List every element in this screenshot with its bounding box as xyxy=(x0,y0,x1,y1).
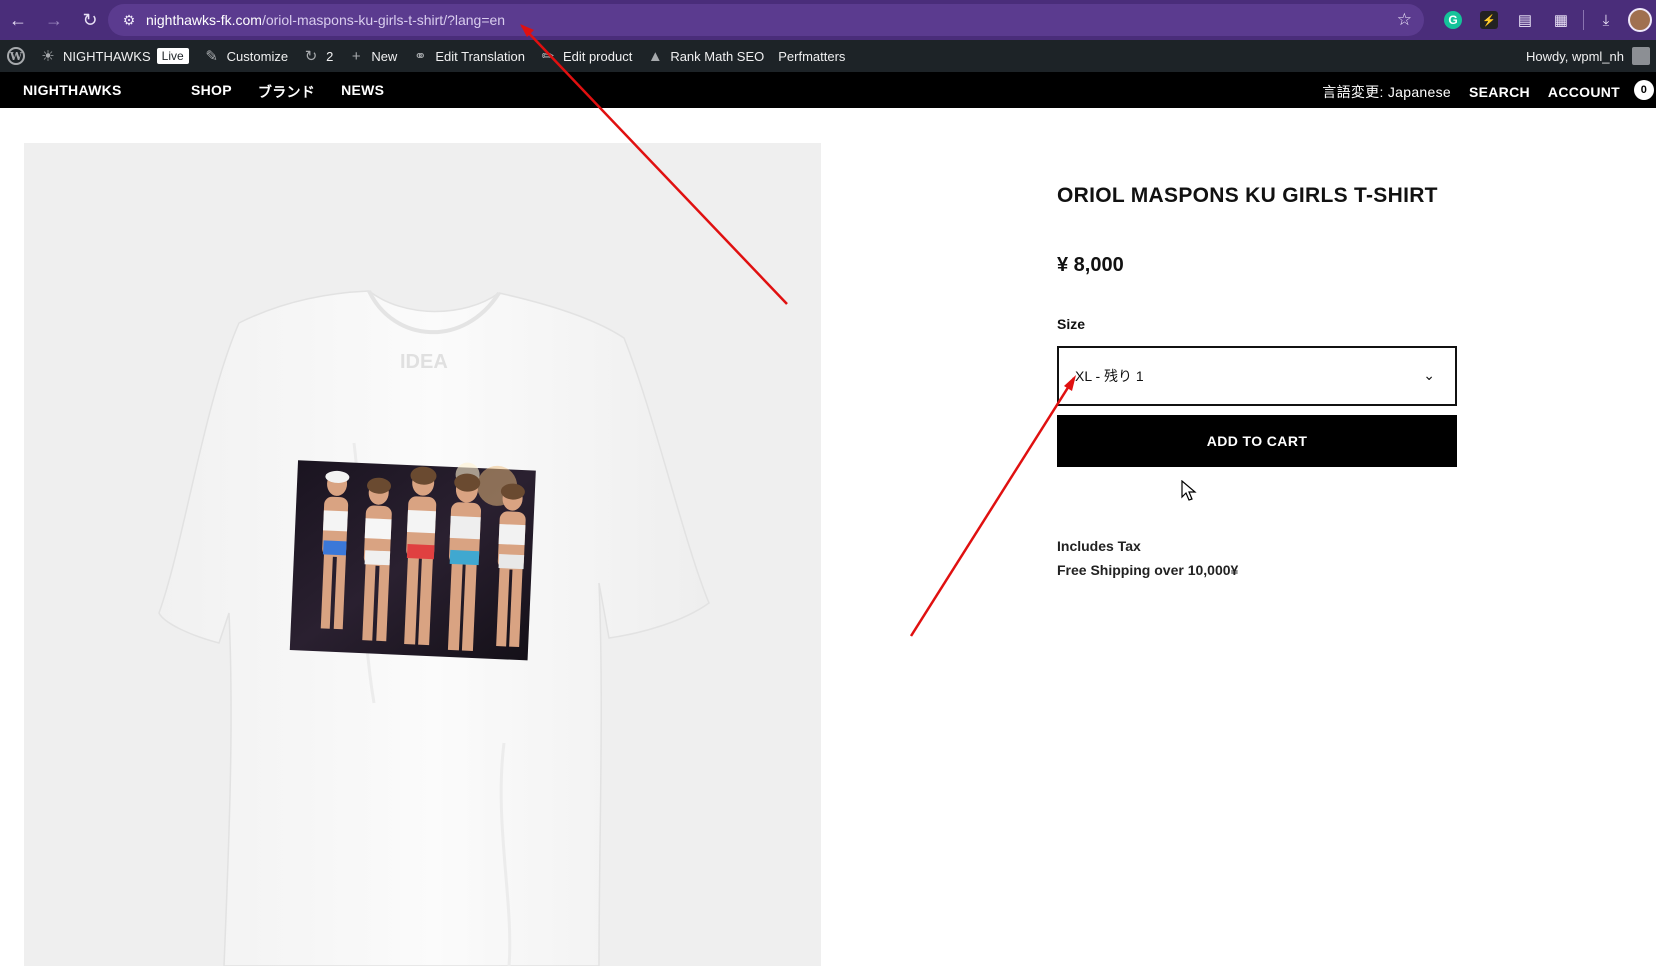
chevron-down-icon: ⌄ xyxy=(1423,367,1435,383)
updates-link[interactable]: ↻ 2 xyxy=(295,40,340,72)
perfmatters-label: Perfmatters xyxy=(778,48,846,64)
star-icon[interactable]: ☆ xyxy=(1397,10,1412,30)
perfmatters-menu[interactable]: Perfmatters xyxy=(771,40,852,72)
search-link[interactable]: SEARCH xyxy=(1469,84,1530,100)
updates-count: 2 xyxy=(326,48,334,64)
tshirt-illustration: IDEA xyxy=(158,290,710,966)
mouse-cursor-icon xyxy=(1181,480,1197,501)
main-nav: SHOP ブランド NEWS xyxy=(191,82,384,102)
plus-icon: + xyxy=(351,47,361,65)
brand-logo[interactable]: NIGHTHAWKS xyxy=(23,82,122,98)
size-selected-value: XL - 残り 1 xyxy=(1075,368,1144,384)
site-info-icon[interactable]: ⚙ xyxy=(112,12,146,29)
translation-icon: ⚭ xyxy=(414,48,427,65)
new-label: New xyxy=(371,48,398,64)
profile-avatar[interactable] xyxy=(1628,8,1652,32)
user-avatar xyxy=(1632,47,1650,65)
reload-icon[interactable]: ↻ xyxy=(72,0,108,40)
rank-math-menu[interactable]: ▲ Rank Math SEO xyxy=(639,40,771,72)
wordpress-icon: W xyxy=(7,47,25,65)
url-text[interactable]: nighthawks-fk.com/oriol-maspons-ku-girls… xyxy=(146,12,505,28)
download-icon[interactable]: ⤓ xyxy=(1592,6,1620,34)
nav-brand[interactable]: ブランド xyxy=(258,82,315,102)
customize-link[interactable]: ✎ Customize xyxy=(196,40,295,72)
language-switcher[interactable]: 言語変更: Japanese xyxy=(1322,82,1451,102)
tax-note: Includes Tax xyxy=(1057,538,1141,554)
forward-icon[interactable]: → xyxy=(36,0,72,40)
pencil-icon: ✏ xyxy=(541,48,555,65)
header-right-nav: 言語変更: Japanese SEARCH ACCOUNT xyxy=(1322,82,1620,102)
extension-icon[interactable]: ▤ xyxy=(1511,6,1539,34)
product-image[interactable]: IDEA xyxy=(24,143,821,966)
updates-icon: ↻ xyxy=(304,48,318,65)
brush-icon: ✎ xyxy=(205,48,218,65)
url-host: nighthawks-fk.com xyxy=(146,12,262,28)
puzzle-icon[interactable]: ▦ xyxy=(1547,6,1575,34)
new-content-menu[interactable]: + New xyxy=(340,40,404,72)
rank-math-label: Rank Math SEO xyxy=(670,48,765,64)
account-menu[interactable]: Howdy, wpml_nh xyxy=(1526,40,1656,72)
edit-translation-label: Edit Translation xyxy=(435,48,525,64)
nav-shop[interactable]: SHOP xyxy=(191,82,232,102)
annotation-arrow-size xyxy=(909,377,1076,637)
site-name: NIGHTHAWKS xyxy=(63,48,151,64)
url-path: /oriol-maspons-ku-girls-t-shirt/?lang=en xyxy=(261,12,506,28)
back-icon[interactable]: ← xyxy=(0,0,36,40)
edit-product-link[interactable]: ✏ Edit product xyxy=(532,40,639,72)
toolbar-divider xyxy=(1583,10,1584,30)
grammarly-icon[interactable]: G xyxy=(1439,6,1467,34)
nav-news[interactable]: NEWS xyxy=(341,82,384,102)
live-badge: Live xyxy=(156,48,189,64)
site-name-menu[interactable]: ☀ NIGHTHAWKS Live xyxy=(32,40,196,72)
dashboard-icon: ☀ xyxy=(41,48,55,65)
shirt-neck-logo: IDEA xyxy=(400,351,448,373)
product-title: ORIOL MASPONS KU GIRLS T-SHIRT xyxy=(1057,184,1438,207)
size-label: Size xyxy=(1057,316,1086,332)
account-link[interactable]: ACCOUNT xyxy=(1548,84,1620,100)
address-bar[interactable]: ⚙ nighthawks-fk.com/oriol-maspons-ku-gir… xyxy=(108,4,1424,36)
size-select[interactable]: XL - 残り 1 ⌄ xyxy=(1057,346,1457,406)
wp-admin-bar: W ☀ NIGHTHAWKS Live ✎ Customize ↻ 2 + Ne… xyxy=(0,40,1656,72)
rank-math-icon: ▲ xyxy=(647,47,663,65)
product-info: ORIOL MASPONS KU GIRLS T-SHIRT ¥ 8,000 S… xyxy=(1057,184,1457,578)
howdy-label: Howdy, wpml_nh xyxy=(1525,48,1624,64)
product-price: ¥ 8,000 xyxy=(1057,254,1124,276)
site-header: NIGHTHAWKS SHOP ブランド NEWS 言語変更: Japanese… xyxy=(0,72,1656,108)
shipping-note: Free Shipping over 10,000¥ xyxy=(1057,562,1239,578)
cart-count-badge[interactable]: 0 xyxy=(1634,80,1654,100)
wp-logo-menu[interactable]: W xyxy=(0,40,32,72)
edit-product-label: Edit product xyxy=(562,48,633,64)
add-to-cart-button[interactable]: ADD TO CART xyxy=(1057,415,1457,467)
bolt-extension-icon[interactable]: ⚡ xyxy=(1475,6,1503,34)
customize-label: Customize xyxy=(226,48,289,64)
extension-bar: G ⚡ ▤ ▦ ⤓ xyxy=(1439,0,1656,40)
browser-toolbar: ← → ↻ ⚙ nighthawks-fk.com/oriol-maspons-… xyxy=(0,0,1656,40)
edit-translation-link[interactable]: ⚭ Edit Translation xyxy=(404,40,532,72)
